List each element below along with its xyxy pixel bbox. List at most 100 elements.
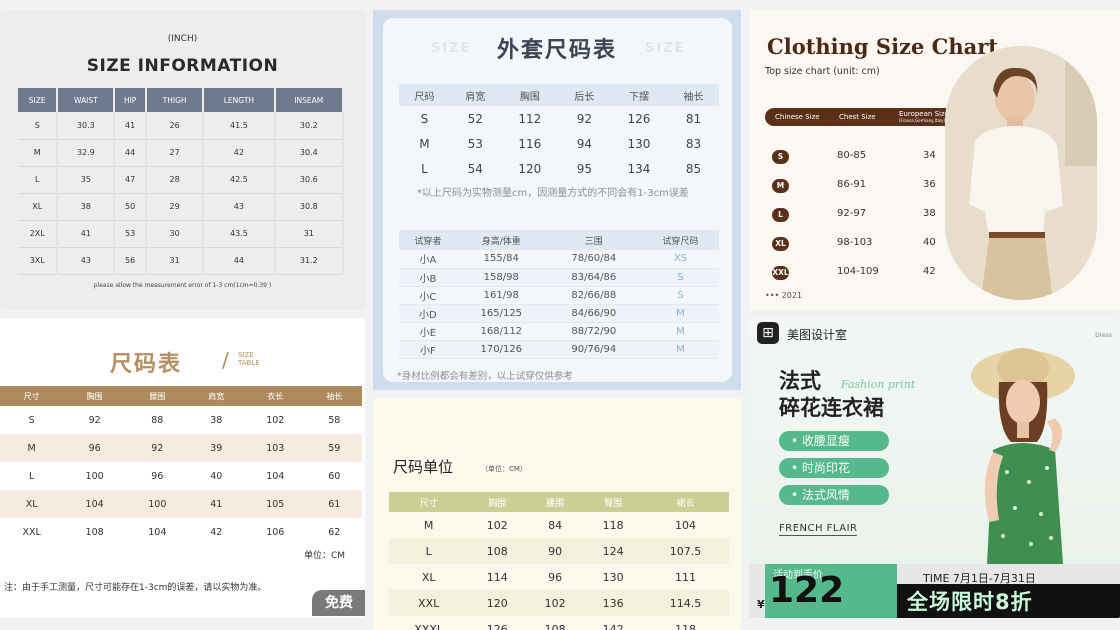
table-cell: 30.2 xyxy=(274,112,345,140)
feature-pill: • 法式风情 xyxy=(779,485,889,505)
table-cell: 100 xyxy=(85,470,104,482)
table-row: 2XL 41 53 30 43.5 31 xyxy=(18,220,345,248)
column-header: 胸围 xyxy=(63,386,126,406)
table-cell: 30.8 xyxy=(274,193,345,221)
measurement-note: 注：由于手工测量，尺寸可能存在1-3cm的误差，请以实物为准。 xyxy=(4,583,267,593)
table-row: M 96 92 39 103 59 xyxy=(0,434,362,462)
price-value: 122 xyxy=(769,570,845,611)
subtitle-line: SIZE xyxy=(238,351,254,359)
headline-line: 碎花连衣裙 xyxy=(779,396,884,420)
table-cell: 30.4 xyxy=(274,139,345,167)
table-cell: 53 xyxy=(114,220,148,248)
table-cell: 52 xyxy=(467,111,483,126)
column-header: SIZE xyxy=(18,88,59,112)
size-table: 尺寸 胸围 腰围 臀围 裙长 M 102 84 118 104 L 108 90 124 107.5 XL 1… xyxy=(389,492,729,630)
table-row: M 32.9 44 27 42 30.4 xyxy=(18,139,345,167)
table-cell: 96 xyxy=(548,570,563,584)
table-cell: 54 xyxy=(467,161,483,176)
table-cell: 44 xyxy=(114,139,148,167)
table-row: L 54 120 95 134 85 xyxy=(399,156,719,181)
card-title: 尺码单位 xyxy=(393,458,454,476)
table-cell: 32.9 xyxy=(57,139,116,167)
table-cell: 2XL xyxy=(18,220,59,248)
table-cell: 27 xyxy=(146,139,205,167)
european-size-value: 36 xyxy=(923,179,936,190)
size-table-card[interactable]: 尺码表 / SIZE TABLE 尺寸 胸围 腰围 肩宽 衣长 袖长 S 92 88 38 102… xyxy=(0,318,365,618)
european-size-value: 40 xyxy=(923,237,936,248)
table-cell: 96 xyxy=(63,434,126,462)
table-cell: 31 xyxy=(146,247,205,275)
table-cell: 108 xyxy=(468,538,527,564)
table-cell: 26 xyxy=(146,112,205,140)
table-cell: 100 xyxy=(125,490,189,518)
card-title: 尺码表 xyxy=(110,352,183,377)
table-cell: 134 xyxy=(627,161,651,176)
table-cell: 105 xyxy=(243,490,307,518)
header-european-note: (France,Germany,Italy) xyxy=(899,118,946,123)
table-cell: S xyxy=(18,112,59,140)
table-cell: 112 xyxy=(518,111,542,126)
headline: 法式 碎花连衣裙 xyxy=(779,368,884,422)
table-cell: 120 xyxy=(468,590,527,616)
column-header: INSEAM xyxy=(274,88,345,112)
table-cell: 126 xyxy=(486,622,508,630)
header-european-size: European Size xyxy=(899,110,949,118)
table-row: XL 104 100 41 105 61 xyxy=(0,490,362,518)
table-cell: 104 xyxy=(675,518,697,532)
table-cell: M xyxy=(0,434,64,462)
title-divider: / xyxy=(222,348,229,372)
table-cell: 142 xyxy=(602,622,624,630)
table-row: 小C 161/98 82/66/88 S xyxy=(399,286,719,305)
table-header-row: 尺寸 胸围 腰围 肩宽 衣长 袖长 xyxy=(0,386,362,406)
column-header: 袖长 xyxy=(668,84,719,106)
table-cell: 41 xyxy=(188,490,244,518)
table-cell: 85 xyxy=(685,161,702,176)
table-cell: 60 xyxy=(328,470,341,482)
size-unit-card[interactable]: 尺码单位 （单位：CM） 尺寸 胸围 腰围 臀围 裙长 M 102 84 118 104 L 108… xyxy=(373,398,741,630)
column-header: 尺寸 xyxy=(389,492,469,512)
table-cell: 126 xyxy=(627,111,651,126)
table-cell: 53 xyxy=(467,136,483,151)
table-cell: 47 xyxy=(114,166,148,194)
table-cell: 96 xyxy=(151,470,164,482)
column-header: LENGTH xyxy=(203,88,276,112)
table-cell: 158/98 xyxy=(456,268,546,287)
table-cell: 35 xyxy=(57,166,116,194)
table-cell: 39 xyxy=(188,434,244,462)
table-cell: 102 xyxy=(486,518,508,532)
table-cell: M xyxy=(423,518,434,532)
dress-promo-card[interactable]: ⊞ 美图设计室 Dress 法式 碎花连衣裙 Fashion print • 收… xyxy=(749,318,1120,618)
table-cell: 155/84 xyxy=(456,250,546,269)
column-header: 袖长 xyxy=(306,386,362,406)
table-cell: 43.5 xyxy=(203,220,276,248)
table-cell: 小D xyxy=(399,304,457,323)
chest-size-value: 98-103 xyxy=(837,237,873,248)
table-row: 小D 165/125 84/66/90 M xyxy=(399,304,719,323)
table-cell: 40 xyxy=(210,470,223,482)
table-cell: 83/64/86 xyxy=(545,268,642,287)
table-row: M 53 116 94 130 83 xyxy=(399,131,719,156)
table-row: M 102 84 118 104 xyxy=(389,512,729,538)
table-cell: S xyxy=(641,268,719,287)
free-badge[interactable]: 免费 xyxy=(312,590,365,616)
table-cell: 小E xyxy=(399,322,457,341)
table-header-row: 试穿者 身高/体重 三围 试穿尺码 xyxy=(399,230,719,250)
column-header: 胸围 xyxy=(468,492,527,512)
table-cell: 107.5 xyxy=(642,538,729,564)
brand-name: 美图设计室 xyxy=(787,328,848,342)
size-information-card[interactable]: (INCH) SIZE INFORMATION SIZE WAIST HIP THIG… xyxy=(0,10,365,310)
column-header: 衣长 xyxy=(243,386,307,406)
table-row: XXXL 126 108 142 118 xyxy=(389,616,729,630)
column-header: WAIST xyxy=(57,88,116,112)
table-cell: 小B xyxy=(399,268,457,287)
table-row: XL 114 96 130 111 xyxy=(389,564,729,590)
clothing-size-chart-card[interactable]: Clothing Size Chart Top size chart (unit… xyxy=(749,10,1120,310)
unit-label: (INCH) xyxy=(167,34,198,44)
coat-size-card[interactable]: SIZE SIZE 外套尺码表 尺码 肩宽 胸围 后长 下摆 袖长 S 52 112 92 126… xyxy=(373,10,741,390)
table-cell: 28 xyxy=(146,166,205,194)
table-cell: 114 xyxy=(486,570,508,584)
list-item: S 80-85 34 xyxy=(765,148,955,168)
table-cell: 78/60/84 xyxy=(545,250,642,269)
table-cell: 58 xyxy=(328,414,341,426)
column-header: 肩宽 xyxy=(449,84,501,106)
